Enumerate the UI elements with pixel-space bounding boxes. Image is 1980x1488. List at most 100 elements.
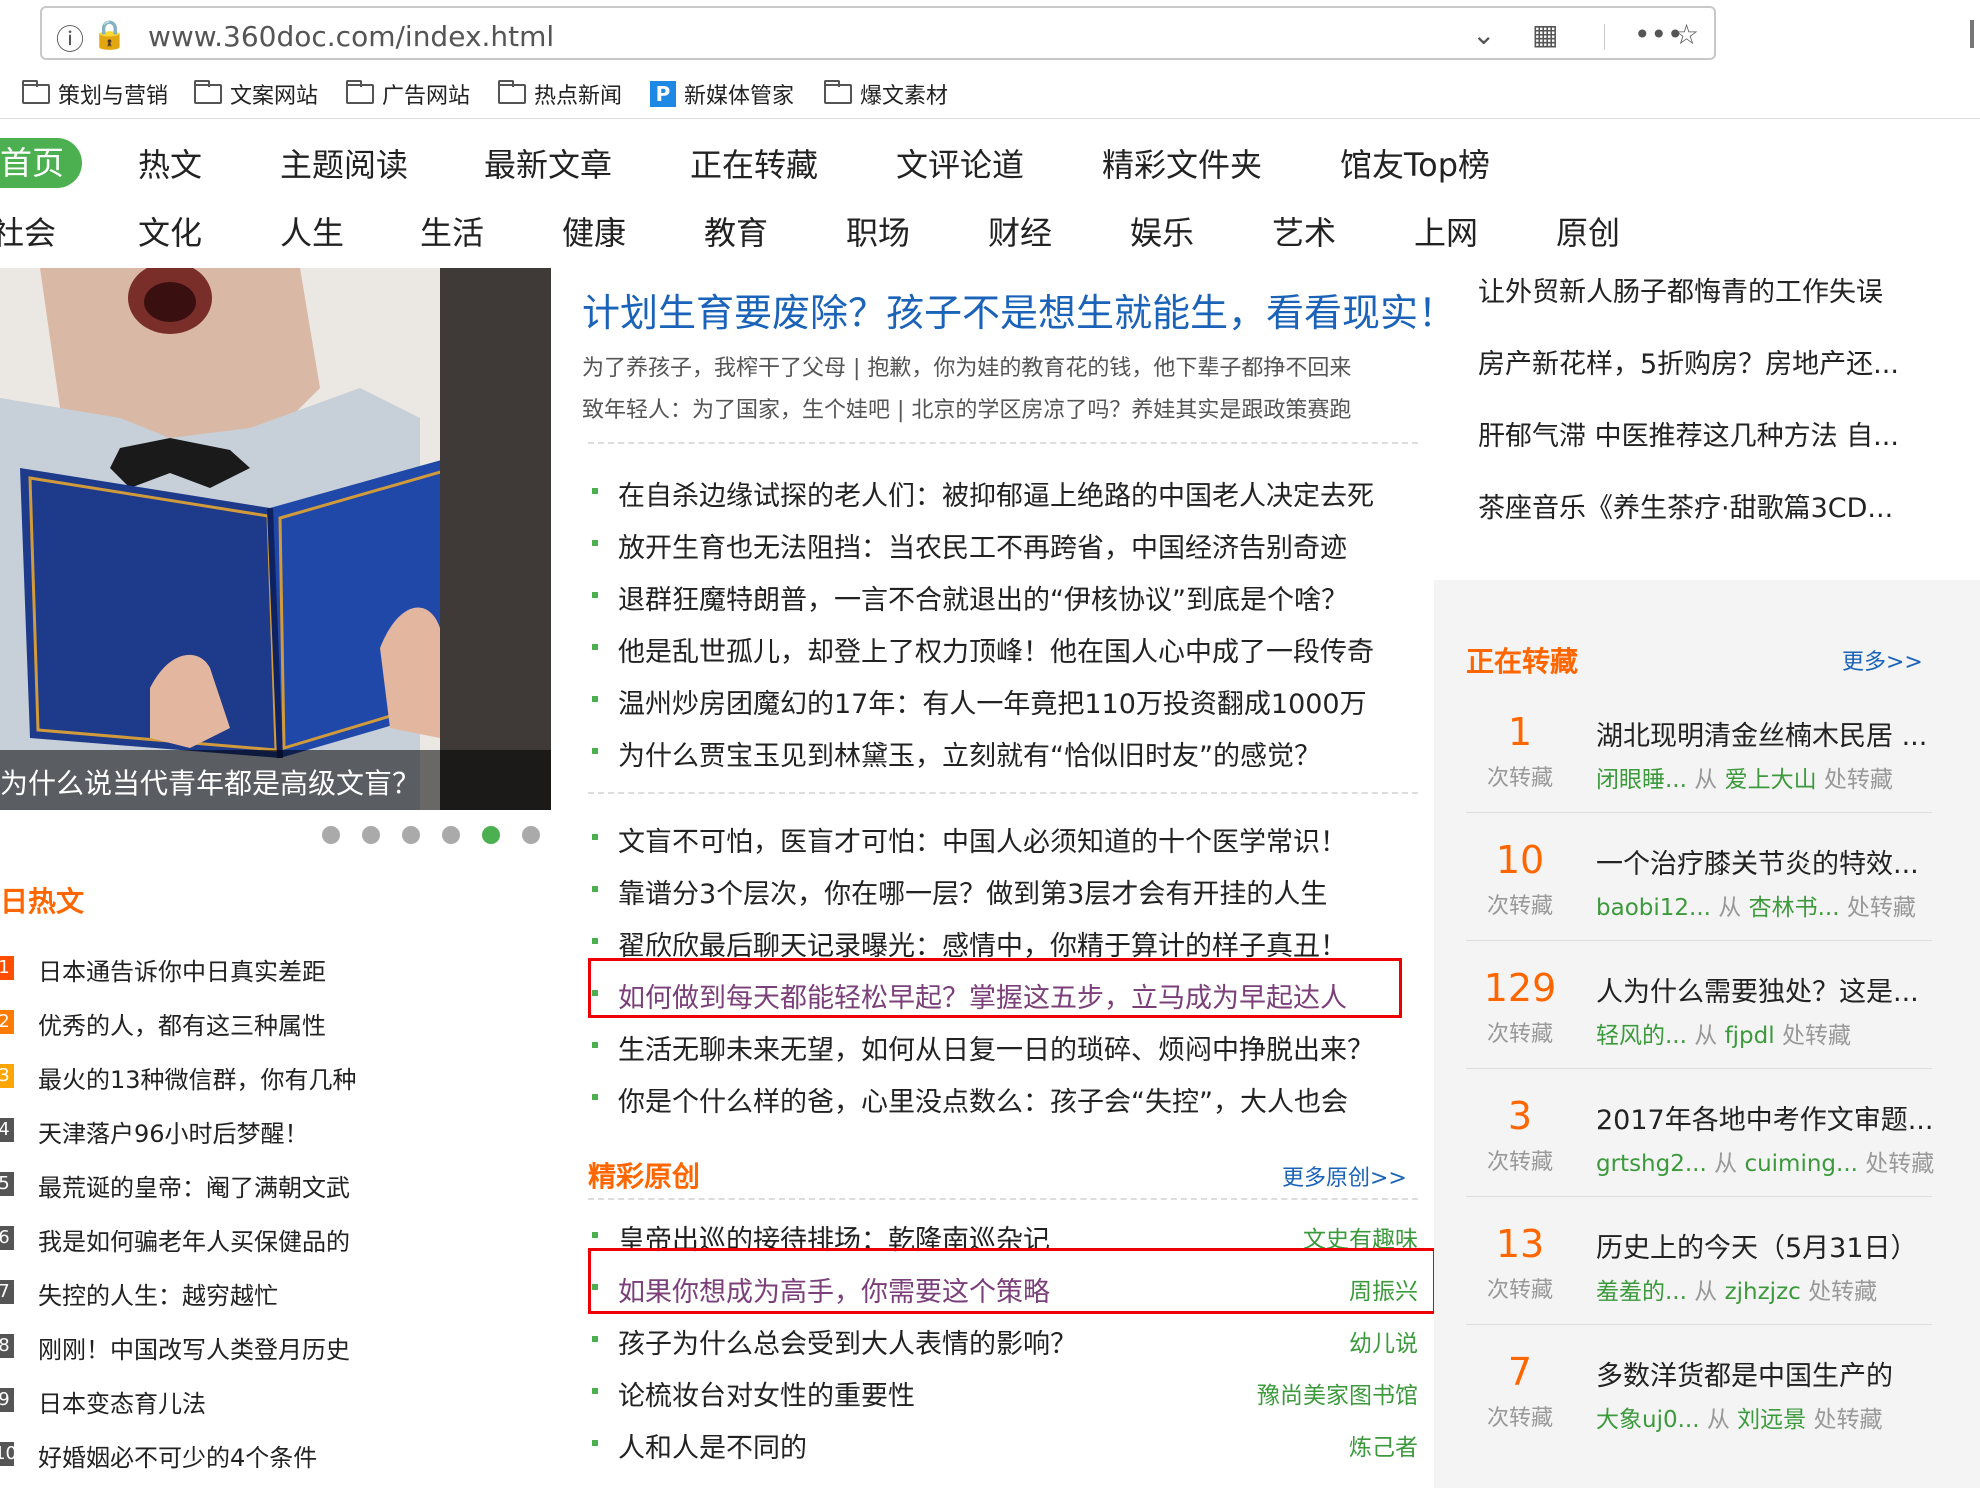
zhuancang-title[interactable]: 湖北现明清金丝楠木民居 ... bbox=[1596, 714, 1927, 753]
headline[interactable]: 计划生育要废除？孩子不是想生就能生，看看现实！ bbox=[582, 282, 1456, 337]
nav-top[interactable]: 馆友Top榜 bbox=[1340, 140, 1490, 186]
bookmark-item[interactable]: 广告网站 bbox=[346, 78, 470, 110]
source-link[interactable]: fjpdl bbox=[1725, 1023, 1775, 1049]
hot-item[interactable]: 天津落户96小时后梦醒！ bbox=[38, 1114, 309, 1149]
user-link[interactable]: 闭眼睡... bbox=[1596, 767, 1687, 793]
info-icon[interactable]: ⓘ bbox=[56, 18, 84, 58]
sub-links[interactable]: 致年轻人：为了国家，生个娃吧 | 北京的学区房凉了吗？养娃其实是跟政策赛跑 bbox=[582, 392, 1351, 424]
nav-finance[interactable]: 财经 bbox=[988, 208, 1052, 254]
repost-count: 129 bbox=[1483, 966, 1557, 1010]
source-link[interactable]: cuiming... bbox=[1744, 1151, 1858, 1177]
zhuancang-title[interactable]: 2017年各地中考作文审题... bbox=[1596, 1098, 1933, 1137]
nav-internet[interactable]: 上网 bbox=[1414, 208, 1478, 254]
nav-health[interactable]: 健康 bbox=[562, 208, 626, 254]
article-link[interactable]: 文盲不可怕，医盲才可怕：中国人必须知道的十个医学常识！ bbox=[618, 820, 1347, 859]
zhuancang-title[interactable]: 人为什么需要独处？这是... bbox=[1596, 970, 1919, 1009]
hot-item[interactable]: 日本变态育儿法 bbox=[38, 1384, 206, 1419]
hot-item[interactable]: 最荒诞的皇帝：阉了满朝文武 bbox=[38, 1168, 350, 1203]
article-link[interactable]: 你是个什么样的爸，心里没点数么：孩子会“失控”，大人也会 bbox=[618, 1080, 1348, 1119]
nav-review[interactable]: 文评论道 bbox=[896, 140, 1024, 186]
carousel-dot[interactable] bbox=[362, 826, 380, 844]
zhuancang-more-link[interactable]: 更多>> bbox=[1842, 644, 1923, 676]
hero-caption[interactable]: 为什么说当代青年都是高级文盲？ bbox=[0, 762, 420, 802]
star-icon[interactable]: ☆ bbox=[1674, 18, 1699, 51]
article-link[interactable]: 在自杀边缘试探的老人们：被抑郁逼上绝路的中国老人决定去死 bbox=[618, 474, 1374, 513]
url-text[interactable]: www.360doc.com/index.html bbox=[148, 20, 554, 53]
carousel-dot[interactable] bbox=[402, 826, 420, 844]
source-link[interactable]: zjhzjzc bbox=[1725, 1279, 1801, 1305]
nav-hot[interactable]: 热文 bbox=[138, 140, 202, 186]
nav-topic[interactable]: 主题阅读 bbox=[280, 140, 408, 186]
nav-original[interactable]: 原创 bbox=[1556, 208, 1620, 254]
author-link[interactable]: 炼己者 bbox=[1349, 1428, 1418, 1462]
source-link[interactable]: 爱上大山 bbox=[1725, 767, 1817, 793]
nav-zhuancang[interactable]: 正在转藏 bbox=[690, 140, 818, 186]
hot-item[interactable]: 最火的13种微信群，你有几种 bbox=[38, 1060, 357, 1095]
right-top-link[interactable]: 房产新花样，5折购房？房地产还... bbox=[1478, 342, 1899, 381]
more-original-link[interactable]: 更多原创>> bbox=[1282, 1160, 1407, 1192]
hero-image[interactable] bbox=[0, 268, 551, 810]
hot-item[interactable]: 失控的人生：越穷越忙 bbox=[38, 1276, 278, 1311]
article-link[interactable]: 生活无聊未来无望，如何从日复一日的琐碎、烦闷中挣脱出来？ bbox=[618, 1028, 1374, 1067]
source-link[interactable]: 杏林书... bbox=[1749, 895, 1840, 921]
hot-item[interactable]: 我是如何骗老年人买保健品的 bbox=[38, 1222, 350, 1257]
nav-education[interactable]: 教育 bbox=[704, 208, 768, 254]
bullet bbox=[592, 1094, 598, 1100]
hot-item[interactable]: 日本通告诉你中日真实差距 bbox=[38, 952, 326, 987]
qr-code-icon[interactable]: ▦ bbox=[1532, 18, 1558, 51]
zhuancang-title[interactable]: 历史上的今天（5月31日） bbox=[1596, 1226, 1918, 1265]
nav-career[interactable]: 职场 bbox=[846, 208, 910, 254]
bookmark-item[interactable]: 热点新闻 bbox=[498, 78, 622, 110]
bookmark-label: 热点新闻 bbox=[534, 84, 623, 109]
nav-entertainment[interactable]: 娱乐 bbox=[1130, 208, 1194, 254]
nav-living[interactable]: 生活 bbox=[420, 208, 484, 254]
article-link[interactable]: 放开生育也无法阻挡：当农民工不再跨省，中国经济告别奇迹 bbox=[618, 526, 1347, 565]
bookmark-item[interactable]: 策划与营销 bbox=[22, 78, 168, 110]
carousel-dot[interactable] bbox=[522, 826, 540, 844]
divider bbox=[0, 118, 1980, 119]
article-link[interactable]: 退群狂魔特朗普，一言不合就退出的“伊核协议”到底是个啥？ bbox=[618, 578, 1348, 617]
zhuancang-title[interactable]: 多数洋货都是中国生产的 bbox=[1596, 1354, 1893, 1393]
user-link[interactable]: 轻风的... bbox=[1596, 1023, 1687, 1049]
divider bbox=[1466, 940, 1932, 941]
bookmark-item[interactable]: P 新媒体管家 bbox=[650, 78, 794, 110]
user-link[interactable]: 羞羞的... bbox=[1596, 1279, 1687, 1305]
repost-count: 3 bbox=[1507, 1094, 1533, 1138]
user-link[interactable]: grtshg2... bbox=[1596, 1151, 1707, 1177]
original-article-link[interactable]: 论梳妆台对女性的重要性 bbox=[618, 1374, 915, 1413]
original-article-link[interactable]: 孩子为什么总会受到大人表情的影响？ bbox=[618, 1322, 1077, 1361]
article-link[interactable]: 为什么贾宝玉见到林黛玉，立刻就有“恰似旧时友”的感觉？ bbox=[618, 734, 1321, 773]
hot-item[interactable]: 刚刚！中国改写人类登月历史 bbox=[38, 1330, 350, 1365]
article-link[interactable]: 他是乱世孤儿，却登上了权力顶峰！他在国人心中成了一段传奇 bbox=[618, 630, 1374, 669]
right-top-link[interactable]: 肝郁气滞 中医推荐这几种方法 自... bbox=[1478, 414, 1899, 453]
original-article-link[interactable]: 人和人是不同的 bbox=[618, 1426, 807, 1465]
article-link[interactable]: 温州炒房团魔幻的17年：有人一年竟把110万投资翻成1000万 bbox=[618, 682, 1367, 721]
bookmark-item[interactable]: 文案网站 bbox=[194, 78, 318, 110]
bookmark-item[interactable]: 爆文素材 bbox=[824, 78, 948, 110]
carousel-dot-active[interactable] bbox=[482, 826, 500, 844]
carousel-dot[interactable] bbox=[442, 826, 460, 844]
source-link[interactable]: 刘远景 bbox=[1737, 1407, 1806, 1433]
author-link[interactable]: 豫尚美家图书馆 bbox=[1257, 1376, 1418, 1410]
nav-life[interactable]: 人生 bbox=[280, 208, 344, 254]
nav-culture[interactable]: 文化 bbox=[138, 208, 202, 254]
carousel-dot[interactable] bbox=[322, 826, 340, 844]
hot-item[interactable]: 优秀的人，都有这三种属性 bbox=[38, 1006, 326, 1041]
zhuancang-title[interactable]: 一个治疗膝关节炎的特效... bbox=[1596, 842, 1919, 881]
chevron-down-icon[interactable]: ⌄ bbox=[1472, 18, 1495, 51]
hot-item[interactable]: 好婚姻必不可少的4个条件 bbox=[38, 1438, 317, 1473]
nav-home[interactable]: 首页 bbox=[0, 138, 82, 188]
right-top-link[interactable]: 茶座音乐《养生茶疗·甜歌篇3CD... bbox=[1478, 486, 1893, 525]
right-top-link[interactable]: 让外贸新人肠子都悔青的工作失误 bbox=[1478, 270, 1883, 309]
insecure-lock-icon[interactable]: 🔒 bbox=[92, 18, 127, 51]
nav-latest[interactable]: 最新文章 bbox=[484, 140, 612, 186]
author-link[interactable]: 幼儿说 bbox=[1349, 1324, 1418, 1358]
user-link[interactable]: baobi12... bbox=[1596, 895, 1711, 921]
address-bar[interactable]: ⓘ 🔒 www.360doc.com/index.html ⌄ ▦ ••• ☆ bbox=[40, 6, 1716, 60]
nav-art[interactable]: 艺术 bbox=[1272, 208, 1336, 254]
article-link[interactable]: 靠谱分3个层次，你在哪一层？做到第3层才会有开挂的人生 bbox=[618, 872, 1327, 911]
nav-folders[interactable]: 精彩文件夹 bbox=[1102, 140, 1262, 186]
nav-society[interactable]: 社会 bbox=[0, 208, 56, 254]
user-link[interactable]: 大象uj0... bbox=[1596, 1407, 1700, 1433]
sub-links[interactable]: 为了养孩子，我榨干了父母 | 抱歉，你为娃的教育花的钱，他下辈子都挣不回来 bbox=[582, 350, 1351, 382]
